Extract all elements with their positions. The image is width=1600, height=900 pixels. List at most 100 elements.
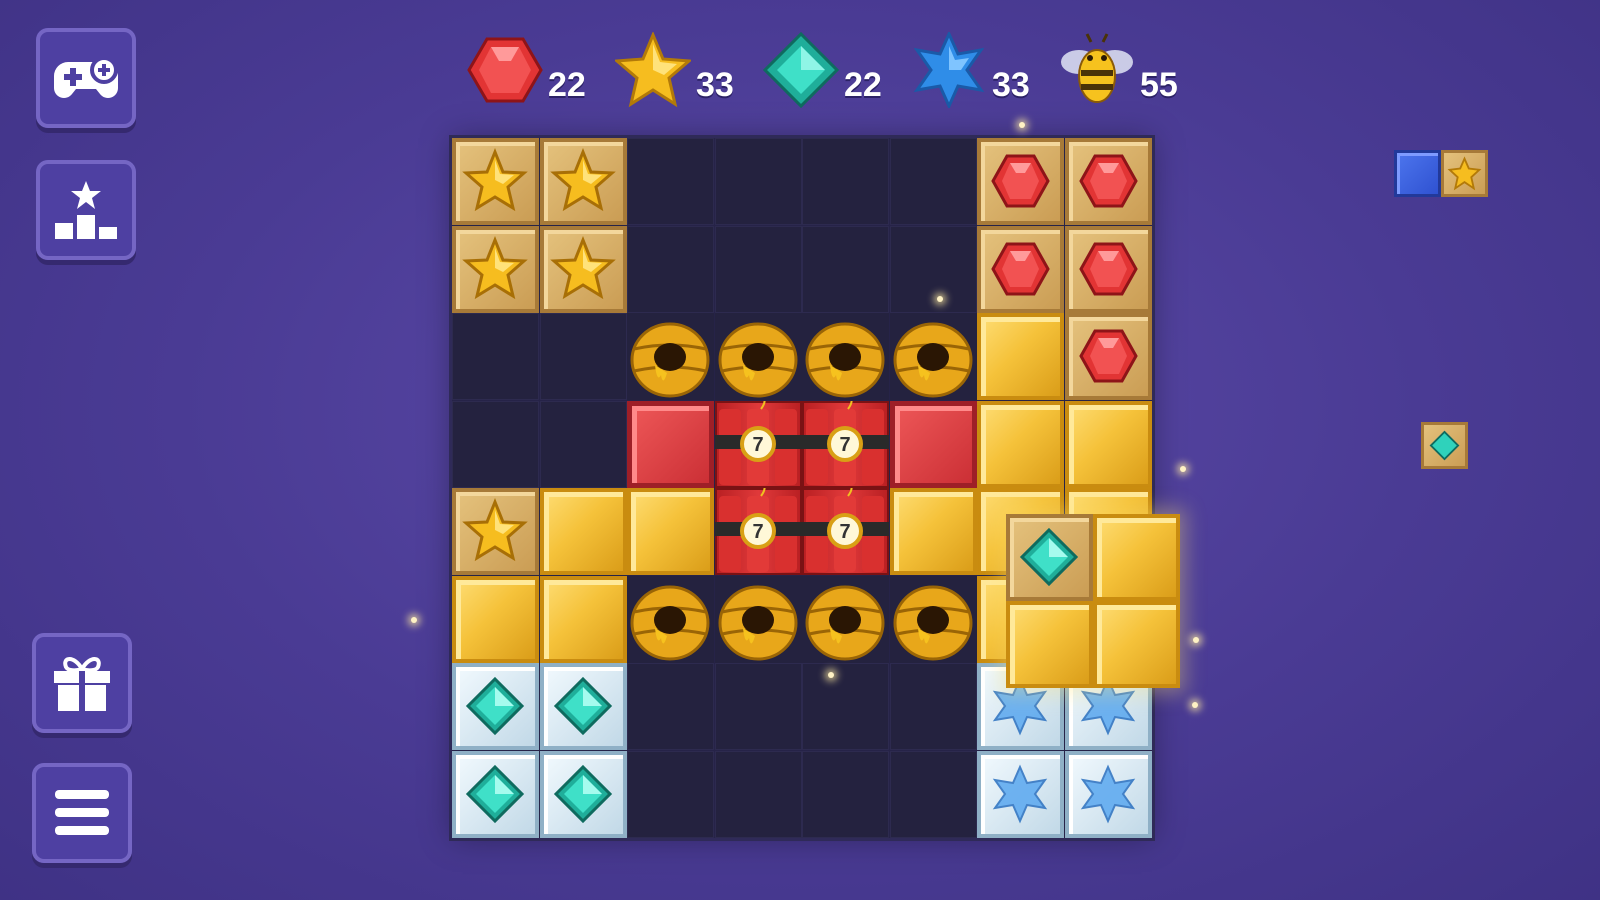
dragging-piece[interactable] — [1006, 514, 1180, 688]
svg-text:7: 7 — [752, 521, 763, 543]
gold-block[interactable] — [977, 400, 1064, 488]
dynamite-bomb[interactable]: 7 — [802, 400, 889, 488]
ice-bluestar-block[interactable] — [977, 750, 1064, 838]
honey-pot[interactable] — [627, 575, 714, 663]
ice-diamond-block[interactable] — [452, 750, 539, 838]
menu-button[interactable] — [32, 763, 132, 863]
gold-block[interactable] — [977, 313, 1064, 400]
games-button[interactable] — [36, 28, 136, 128]
ruby-block[interactable] — [977, 138, 1064, 225]
goals-bar: 22 33 22 33 55 — [466, 30, 1192, 110]
empty-cell[interactable] — [714, 750, 802, 838]
empty-cell[interactable] — [802, 225, 889, 313]
goal-red-gem: 22 — [466, 31, 600, 109]
star-block[interactable] — [539, 138, 627, 225]
gold-block — [1093, 514, 1180, 601]
empty-cell[interactable] — [802, 663, 889, 750]
empty-cell[interactable] — [802, 138, 889, 225]
diamond-block — [1006, 514, 1093, 601]
podium-star-icon — [53, 177, 119, 243]
gift-icon — [50, 651, 114, 715]
empty-cell[interactable] — [452, 400, 539, 488]
honey-pot[interactable] — [714, 313, 802, 400]
goal-count: 33 — [696, 66, 734, 104]
ice-diamond-block[interactable] — [539, 750, 627, 838]
empty-cell[interactable] — [714, 225, 802, 313]
empty-cell[interactable] — [627, 663, 714, 750]
sparkle — [1019, 122, 1025, 128]
gift-button[interactable] — [32, 633, 132, 733]
star-block[interactable] — [452, 488, 539, 575]
gold-block[interactable] — [539, 488, 627, 575]
teal-diamond-gem-icon — [1429, 430, 1460, 461]
honey-pot[interactable] — [714, 575, 802, 663]
gold-block[interactable] — [627, 488, 714, 575]
red-hexagon-gem-icon — [466, 31, 544, 109]
empty-cell[interactable] — [539, 313, 627, 400]
dynamite-bomb[interactable]: 7 — [714, 400, 802, 488]
sparkle — [828, 672, 834, 678]
goal-count: 55 — [1140, 66, 1178, 104]
teal-diamond-gem-icon — [762, 31, 840, 109]
empty-cell[interactable] — [627, 225, 714, 313]
ruby-block[interactable] — [1064, 225, 1152, 313]
ice-diamond-block[interactable] — [452, 663, 539, 750]
empty-cell[interactable] — [889, 663, 977, 750]
bee-icon — [1058, 31, 1136, 109]
svg-text:7: 7 — [752, 434, 763, 456]
empty-cell[interactable] — [452, 313, 539, 400]
honey-pot[interactable] — [889, 575, 977, 663]
sparkle — [411, 617, 417, 623]
ice-bluestar-block[interactable] — [1064, 750, 1152, 838]
honey-pot[interactable] — [627, 313, 714, 400]
gold-star-icon — [1447, 156, 1482, 191]
dynamite-bomb[interactable]: 7 — [802, 488, 889, 575]
red-block[interactable] — [889, 400, 977, 488]
game-board[interactable]: 7 7 7 7 — [452, 138, 1152, 838]
star-block[interactable] — [452, 138, 539, 225]
gold-star-icon — [614, 31, 692, 109]
sparkle — [1193, 637, 1199, 643]
red-block[interactable] — [627, 400, 714, 488]
goal-count: 22 — [844, 66, 882, 104]
goal-blue-star: 33 — [910, 31, 1044, 109]
gold-block[interactable] — [889, 488, 977, 575]
gold-block[interactable] — [1064, 400, 1152, 488]
empty-cell[interactable] — [627, 750, 714, 838]
honey-pot[interactable] — [889, 313, 977, 400]
ruby-block[interactable] — [977, 225, 1064, 313]
goal-teal-diamond: 22 — [762, 31, 896, 109]
goal-count: 33 — [992, 66, 1030, 104]
empty-cell[interactable] — [539, 400, 627, 488]
star-block[interactable] — [539, 225, 627, 313]
empty-cell[interactable] — [627, 138, 714, 225]
empty-cell[interactable] — [802, 750, 889, 838]
gold-block — [1006, 601, 1093, 688]
next-piece-diamond[interactable] — [1421, 422, 1468, 469]
ice-diamond-block[interactable] — [539, 663, 627, 750]
hamburger-menu-icon — [53, 788, 111, 838]
empty-cell[interactable] — [714, 663, 802, 750]
empty-cell[interactable] — [889, 225, 977, 313]
goal-gold-star: 33 — [614, 31, 748, 109]
next-piece-blue-star[interactable] — [1394, 150, 1488, 197]
sparkle — [1180, 466, 1186, 472]
dynamite-bomb[interactable]: 7 — [714, 488, 802, 575]
empty-cell[interactable] — [889, 750, 977, 838]
svg-text:7: 7 — [839, 434, 850, 456]
goal-count: 22 — [548, 66, 586, 104]
blue-star-icon — [910, 31, 988, 109]
ruby-block[interactable] — [1064, 138, 1152, 225]
empty-cell[interactable] — [889, 138, 977, 225]
honey-pot[interactable] — [802, 313, 889, 400]
honey-pot[interactable] — [802, 575, 889, 663]
svg-text:7: 7 — [839, 521, 850, 543]
gold-block[interactable] — [452, 575, 539, 663]
gold-block — [1093, 601, 1180, 688]
ruby-block[interactable] — [1064, 313, 1152, 400]
gold-block[interactable] — [539, 575, 627, 663]
star-block[interactable] — [452, 225, 539, 313]
sparkle — [937, 296, 943, 302]
leaderboard-button[interactable] — [36, 160, 136, 260]
empty-cell[interactable] — [714, 138, 802, 225]
